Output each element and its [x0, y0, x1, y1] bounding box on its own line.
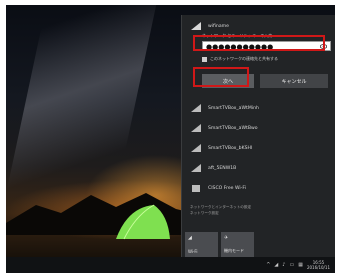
volume-icon[interactable]: ♪	[282, 262, 285, 268]
network-item[interactable]: aft_5ENW1B	[182, 163, 335, 173]
wifi-icon	[191, 144, 201, 152]
quick-action-tiles: ◢ Wi-Fi ✈ 機内モード	[185, 232, 335, 257]
network-settings-link[interactable]: ネットワークとインターネットの設定	[190, 205, 251, 210]
wifi-icon	[191, 104, 201, 112]
chevron-up-icon[interactable]: ^	[266, 262, 270, 268]
network-name: aft_5ENW1B	[208, 165, 237, 171]
network-icon[interactable]: ◢	[274, 262, 278, 268]
battery-icon[interactable]: ▭	[289, 262, 294, 268]
share-checkbox-label: このネットワークの連絡先と共有する	[210, 56, 278, 61]
tent-image	[116, 204, 170, 240]
selected-network-name: wifiname	[208, 23, 229, 29]
network-item[interactable]: CISCO Free Wi-Fi	[182, 183, 335, 193]
airplane-mode-tile[interactable]: ✈ 機内モード	[221, 232, 254, 257]
network-item[interactable]: SmartTVBox_aWtBwo	[182, 123, 335, 133]
share-checkbox[interactable]	[202, 57, 207, 62]
milky-way	[6, 5, 157, 195]
password-highlight-box	[193, 35, 325, 51]
network-name: SmartTVBox_bKSHI	[208, 145, 253, 151]
taskbar: ^ ◢ ♪ ▭ ▦ 16:55 2016/10/11	[6, 257, 335, 273]
wifi-icon	[191, 124, 201, 132]
wifi-tile[interactable]: ◢ Wi-Fi	[185, 232, 218, 257]
network-name: SmartTVBox_aWtMinh	[208, 105, 259, 111]
wifi-icon	[191, 22, 201, 30]
network-item[interactable]: SmartTVBox_aWtMinh	[182, 103, 335, 113]
keyboard-icon[interactable]: ▦	[298, 262, 303, 268]
clock[interactable]: 16:55 2016/10/11	[307, 260, 330, 270]
wifi-lock-icon	[192, 185, 200, 192]
wifi-tile-label: Wi-Fi	[188, 249, 198, 254]
wifi-icon: ◢	[188, 235, 192, 241]
screenshot-frame: wifiname ネットワーク セキュリティ キーの入力 ●●●●●●●●●●●…	[0, 0, 341, 277]
network-name: CISCO Free Wi-Fi	[208, 185, 246, 191]
network-flyout: wifiname ネットワーク セキュリティ キーの入力 ●●●●●●●●●●●…	[181, 15, 335, 259]
network-settings-sub: ネットワーク設定	[190, 211, 219, 215]
airplane-tile-label: 機内モード	[224, 248, 244, 253]
airplane-icon: ✈	[224, 235, 229, 241]
selected-network-row[interactable]: wifiname	[182, 21, 335, 31]
cancel-button[interactable]: キャンセル	[260, 74, 328, 88]
network-name: SmartTVBox_aWtBwo	[208, 125, 258, 131]
clock-date: 2016/10/11	[306, 265, 330, 270]
next-button-highlight-box	[193, 67, 249, 87]
wifi-icon	[191, 164, 201, 172]
network-item[interactable]: SmartTVBox_bKSHI	[182, 143, 335, 153]
